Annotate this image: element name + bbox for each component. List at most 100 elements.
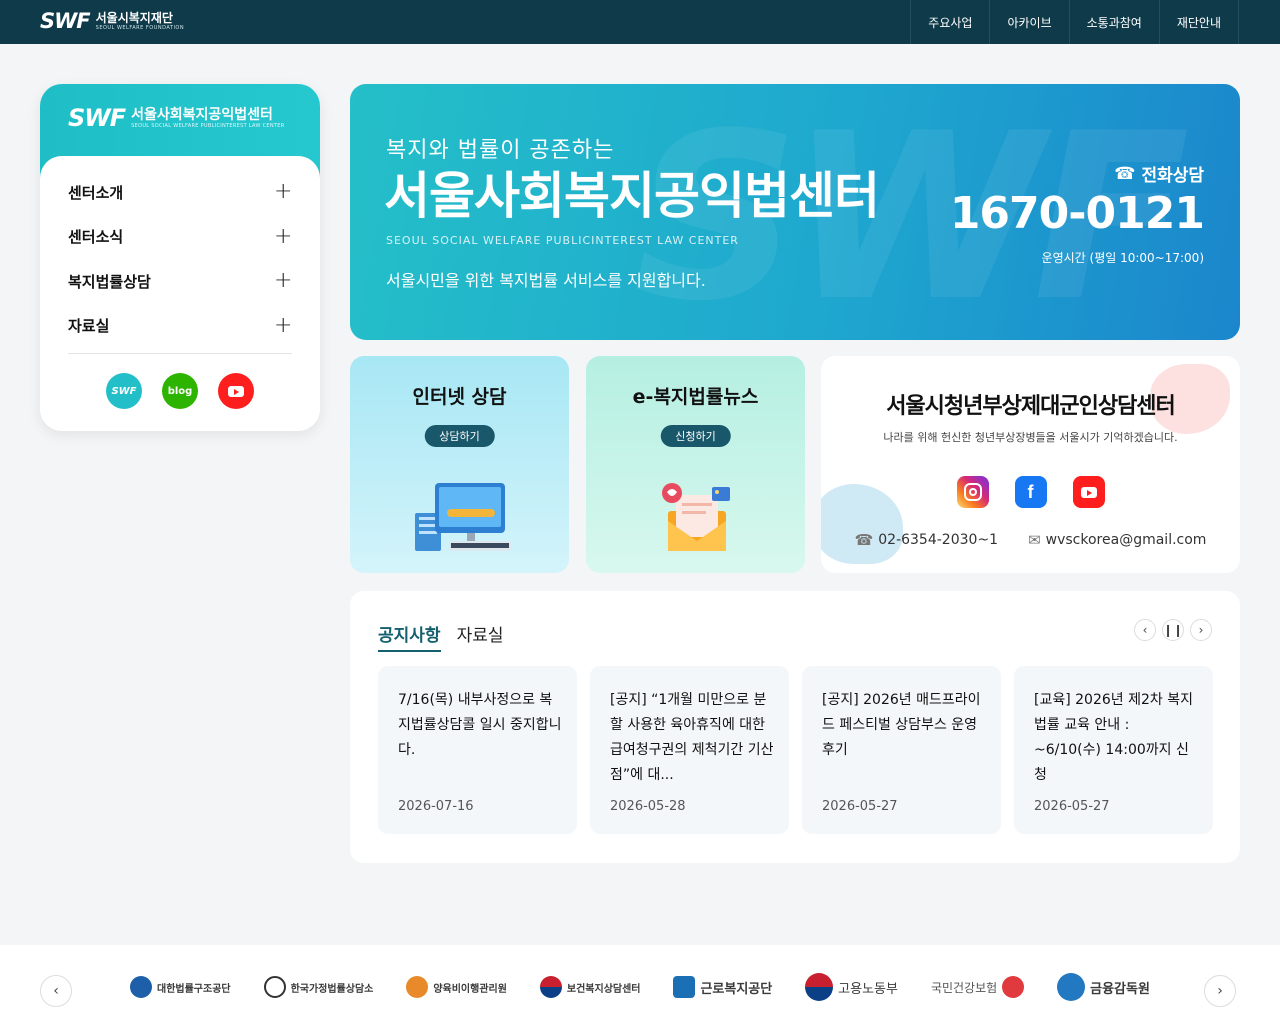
consult-button[interactable]: 상담하기 — [424, 425, 495, 447]
notice-title: [공지] “1개월 미만으로 분할 사용한 육아휴직에 대한 급여청구권의 제척… — [610, 692, 774, 783]
facebook-icon[interactable]: f — [1014, 476, 1047, 508]
pause-icon[interactable]: ❙❙ — [1162, 619, 1184, 641]
youth-center-title[interactable]: 서울시청년부상제대군인상담센터 — [821, 388, 1240, 420]
logo-name: 서울시복지재단 — [95, 10, 173, 25]
youth-center-sns: f — [821, 476, 1240, 508]
partner-link[interactable]: 보건복지상담센터 — [539, 976, 641, 998]
youtube-play-icon — [228, 385, 244, 397]
tab-resources[interactable]: 자료실 — [457, 621, 504, 652]
youtube-play-icon — [1080, 486, 1097, 498]
youth-veteran-center-card: 서울시청년부상제대군인상담센터 나라를 위해 헌신한 청년부상장병들을 서울시가… — [821, 356, 1240, 573]
notice-title: 7/16(목) 내부사정으로 복지법률상담콜 일시 중지합니다. — [398, 692, 562, 758]
partner-link[interactable]: 대한법률구조공단 — [130, 976, 231, 998]
tab-notices[interactable]: 공지사항 — [378, 621, 441, 652]
partner-link[interactable]: 근로복지공단 — [673, 976, 772, 998]
notice-date: 2026-05-27 — [822, 799, 898, 814]
nav-archive[interactable]: 아카이브 — [989, 0, 1068, 44]
internet-consult-card[interactable]: 인터넷 상담 상담하기 — [350, 356, 569, 573]
partner-logo-icon — [673, 976, 696, 998]
sidebar-item-center-intro[interactable]: 센터소개 + — [68, 170, 292, 215]
youtube-link-icon[interactable] — [218, 373, 254, 409]
notice-item[interactable]: 7/16(목) 내부사정으로 복지법률상담콜 일시 중지합니다. 2026-07… — [378, 666, 577, 834]
nav-participation[interactable]: 소통과참여 — [1068, 0, 1159, 44]
sidebar-item-label: 복지법률상담 — [68, 272, 151, 291]
youth-center-contact: ☎ 02-6354-2030~1 ✉ wvsckorea@gmail.com — [821, 531, 1240, 549]
swf-link-icon[interactable]: SWF — [106, 373, 142, 409]
partner-link[interactable]: 금융감독원 — [1057, 973, 1150, 1001]
notice-date: 2026-07-16 — [398, 799, 474, 814]
logo-mark: SWF — [40, 9, 91, 33]
partner-name: 양육비이행관리원 — [433, 983, 507, 995]
carousel-controls: ‹ ❙❙ › — [1134, 619, 1212, 641]
hero-banner: SWF 복지와 법률이 공존하는 서울사회복지공익법센터 SEOUL SOCIA… — [350, 84, 1240, 340]
blog-link-icon[interactable]: blog — [162, 373, 198, 409]
chevron-left-icon[interactable]: ‹ — [1134, 619, 1156, 641]
notice-tabs: 공지사항 자료실 — [378, 621, 503, 652]
center-logo[interactable]: SWF 서울사회복지공익법센터 SEOUL SOCIAL WELFARE PUB… — [68, 104, 284, 132]
sidebar-item-legal-consult[interactable]: 복지법률상담 + — [68, 259, 292, 304]
notice-title: [교육] 2026년 제2차 복지법률 교육 안내 : ~6/10(수) 14:… — [1034, 692, 1193, 783]
telephone-icon: ☎ — [854, 531, 874, 549]
operating-hours: 운영시간 (평일 10:00~17:00) — [1041, 251, 1204, 265]
phone-number[interactable]: 1670-0121 — [950, 186, 1205, 242]
notice-item[interactable]: [공지] “1개월 미만으로 분할 사용한 육아휴직에 대한 급여청구권의 제척… — [590, 666, 789, 834]
mail-icon: ✉ — [1028, 531, 1041, 549]
hero-subtitle-en: SEOUL SOCIAL WELFARE PUBLICINTEREST LAW … — [386, 234, 739, 247]
notice-item[interactable]: [교육] 2026년 제2차 복지법률 교육 안내 : ~6/10(수) 14:… — [1014, 666, 1213, 834]
notice-board: 공지사항 자료실 ‹ ❙❙ › 7/16(목) 내부사정으로 복지법률상담콜 일… — [350, 591, 1240, 863]
instagram-icon[interactable] — [956, 476, 989, 508]
subscribe-button[interactable]: 신청하기 — [660, 425, 731, 447]
chevron-right-icon[interactable]: › — [1190, 619, 1212, 641]
card-title: 인터넷 상담 — [412, 386, 507, 408]
partner-logo-icon — [805, 973, 834, 1001]
chevron-right-icon[interactable]: › — [1204, 975, 1236, 1007]
top-navigation: 주요사업 아카이브 소통과참여 재단안내 — [910, 0, 1239, 44]
center-logo-subtitle: SEOUL SOCIAL WELFARE PUBLICINTEREST LAW … — [131, 123, 285, 129]
youth-center-phone[interactable]: 02-6354-2030~1 — [878, 532, 998, 548]
divider — [68, 353, 292, 354]
partner-logo-icon — [130, 976, 152, 998]
nav-main-business[interactable]: 주요사업 — [910, 0, 989, 44]
plus-icon: + — [274, 268, 293, 294]
chevron-left-icon[interactable]: ‹ — [40, 975, 72, 1007]
sidebar-item-center-news[interactable]: 센터소식 + — [68, 215, 292, 260]
partner-logo-icon — [263, 976, 286, 998]
partner-logo-icon — [1002, 976, 1025, 998]
youtube-icon[interactable] — [1072, 476, 1105, 508]
partner-name: 한국가정법률상담소 — [290, 983, 374, 995]
notice-list: 7/16(목) 내부사정으로 복지법률상담콜 일시 중지합니다. 2026-07… — [378, 666, 1213, 834]
sidebar-menu-panel: 센터소개 + 센터소식 + 복지법률상담 + 자료실 + SWF blog — [40, 156, 320, 431]
hero-title: 서울사회복지공익법센터 — [384, 167, 880, 225]
nav-about[interactable]: 재단안내 — [1158, 0, 1239, 44]
sidebar-item-resources[interactable]: 자료실 + — [68, 304, 292, 349]
partner-link[interactable]: 한국가정법률상담소 — [263, 976, 374, 998]
partner-name: 보건복지상담센터 — [566, 983, 641, 995]
plus-icon: + — [274, 223, 293, 249]
partner-name: 대한법률구조공단 — [157, 983, 231, 995]
notice-item[interactable]: [공지] 2026년 매드프라이드 페스티벌 상담부스 운영 후기 2026-0… — [802, 666, 1001, 834]
plus-icon: + — [274, 312, 293, 338]
plus-icon: + — [274, 179, 293, 205]
partner-logo-icon — [539, 976, 562, 998]
phone-consult-label: ☎ 전화상담 — [1114, 161, 1204, 187]
partner-link[interactable]: 국민건강보험 — [931, 976, 1025, 998]
notice-title: [공지] 2026년 매드프라이드 페스티벌 상담부스 운영 후기 — [822, 692, 981, 758]
partner-name: 금융감독원 — [1090, 981, 1150, 997]
sidebar-sns: SWF blog — [40, 373, 320, 409]
sidebar: SWF 서울사회복지공익법센터 SEOUL SOCIAL WELFARE PUB… — [40, 84, 320, 431]
partner-banner: ‹ 대한법률구조공단 한국가정법률상담소 양육비이행관리원 보건복지상담센터 근… — [0, 945, 1280, 1024]
foundation-logo[interactable]: SWF 서울시복지재단 SEOUL WELFARE FOUNDATION — [40, 9, 184, 33]
partner-link[interactable]: 양육비이행관리원 — [406, 976, 507, 998]
hero-tagline: 복지와 법률이 공존하는 — [386, 138, 615, 163]
sidebar-item-label: 자료실 — [68, 317, 110, 336]
logo-subtitle: SEOUL WELFARE FOUNDATION — [95, 24, 185, 31]
telephone-icon: ☎ — [1114, 163, 1136, 184]
youth-center-email[interactable]: wvsckorea@gmail.com — [1046, 532, 1207, 548]
e-news-card[interactable]: e-복지법률뉴스 신청하기 — [586, 356, 805, 573]
phone-label-text: 전화상담 — [1141, 166, 1204, 186]
instagram-glyph-icon — [963, 483, 982, 501]
youth-center-description: 나라를 위해 헌신한 청년부상장병들을 서울시가 기억하겠습니다. — [883, 431, 1178, 444]
partner-link[interactable]: 고용노동부 — [805, 973, 898, 1001]
top-bar: SWF 서울시복지재단 SEOUL WELFARE FOUNDATION 주요사… — [0, 0, 1280, 44]
sidebar-menu: 센터소개 + 센터소식 + 복지법률상담 + 자료실 + — [68, 170, 292, 348]
